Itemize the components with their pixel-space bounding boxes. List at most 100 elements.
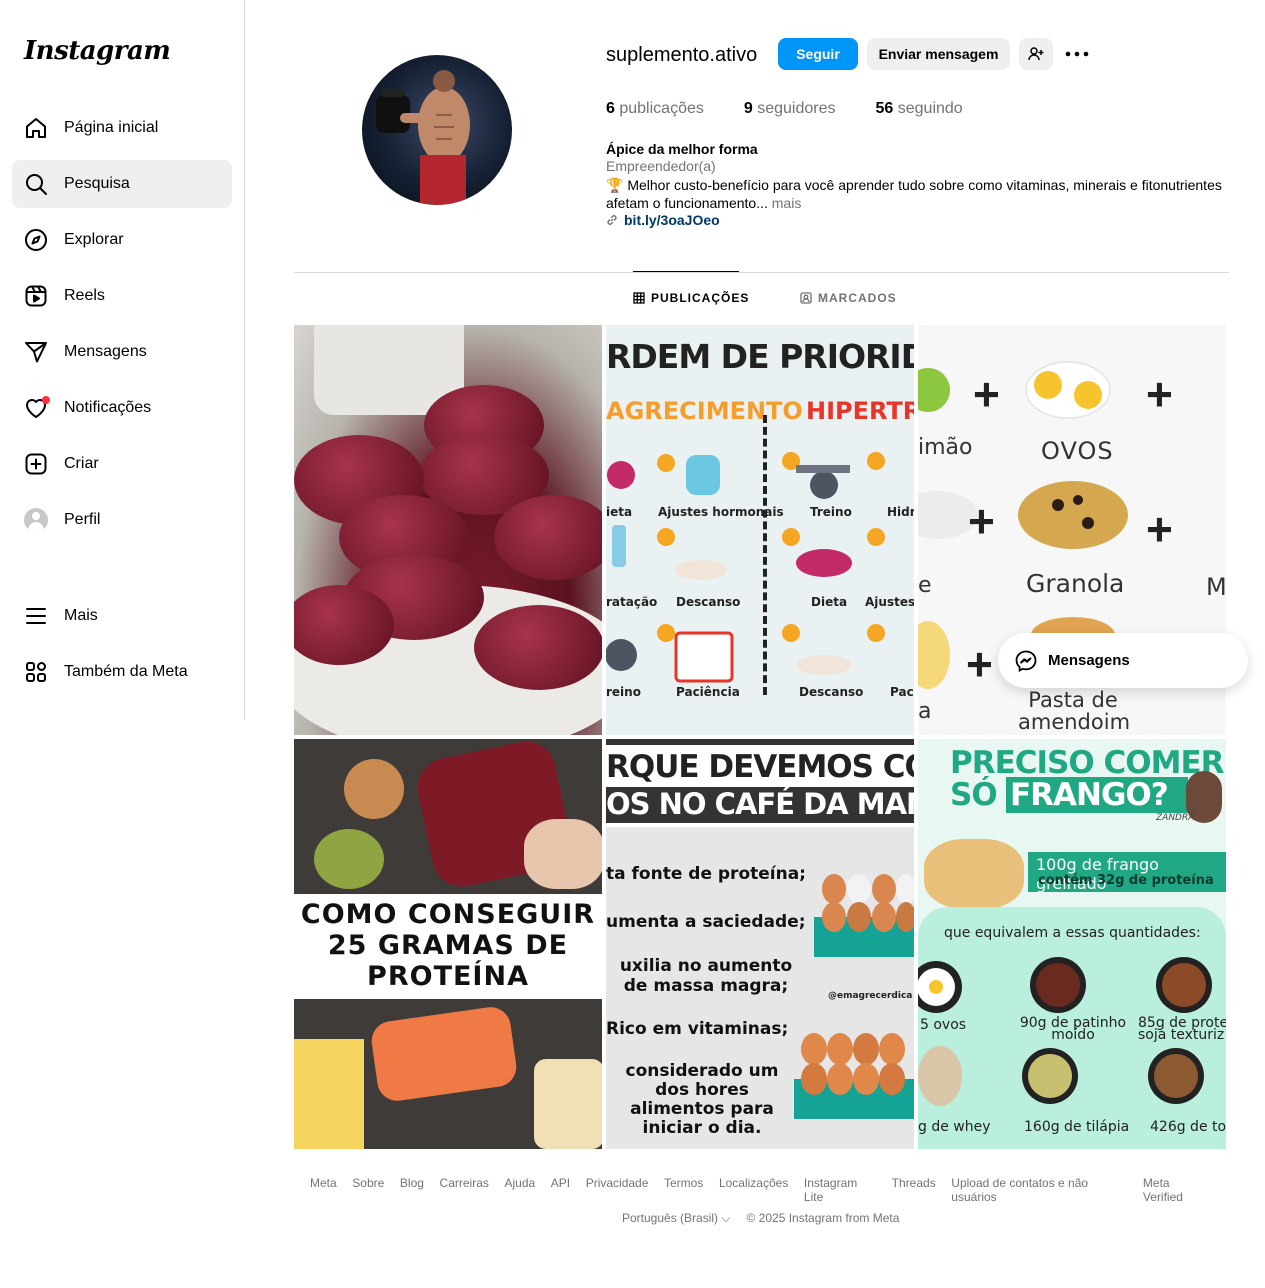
suggested-users-button[interactable] [1019,38,1053,70]
food-label: OVOS [1041,437,1114,465]
sidebar-item-notifications[interactable]: Notificações [12,384,232,432]
post-tile-4[interactable]: COMO CONSEGUIR 25 GRAMAS DE PROTEÍNA [294,739,602,1149]
food-amount: 5 ovos [920,1017,967,1033]
copyright: © 2025 Instagram from Meta [746,1211,900,1225]
tabs-divider [294,272,1229,273]
svg-text:+: + [968,495,995,547]
options-button[interactable] [1064,44,1090,64]
profile-avatar[interactable] [362,55,512,205]
sidebar-item-label: Reels [64,287,105,304]
cheese-shape [294,1039,364,1149]
column-heading: AGRECIMENTO [606,397,803,425]
sidebar-item-label: Mais [64,607,98,624]
sidebar-item-explore[interactable]: Explorar [12,216,232,264]
messenger-icon [1015,650,1037,672]
tab-tagged[interactable]: MARCADOS [800,291,897,305]
food-amount: 90g de patinho moído [1019,1015,1127,1043]
home-icon [26,118,46,138]
footer-link[interactable]: Blog [400,1176,424,1204]
sidebar-item-label: Página inicial [64,119,159,136]
column-heading: HIPERTROFI [806,397,914,425]
food-amount: 426g de tof [1150,1119,1226,1135]
footer-link[interactable]: Termos [664,1176,703,1204]
footer-link[interactable]: API [551,1176,570,1204]
notification-dot [42,396,50,404]
reels-icon [25,285,47,307]
footer-link[interactable]: Localizações [719,1176,788,1204]
tab-posts-label: PUBLICAÇÕES [651,291,750,305]
stat-posts: 6 publicações [606,100,704,117]
athlete-image [376,70,470,205]
footer-link[interactable]: Instagram Lite [804,1176,876,1204]
messages-floating-button[interactable]: Mensagens [998,633,1248,688]
sidebar-item-search[interactable]: Pesquisa [12,160,232,208]
info-banner-line2: contém 32g de proteína [1038,873,1214,888]
send-message-button[interactable]: Enviar mensagem [867,38,1010,70]
footer-link[interactable]: Carreiras [440,1176,489,1204]
footer-link[interactable]: Ajuda [504,1176,535,1204]
stat-followers[interactable]: 9 seguidores [744,100,836,118]
bread-shape [534,1059,602,1149]
post-tile-1[interactable] [294,325,602,735]
link-icon [607,215,617,225]
burger-patty [494,495,602,580]
follow-button[interactable]: Seguir [778,38,858,70]
active-tab-indicator [633,271,739,272]
food-amount: 85g de protei soja texturiz [1138,1015,1226,1043]
chicken-shape [524,819,602,889]
footer-bottom: Português (Brasil) ⌵ © 2025 Instagram fr… [622,1211,899,1226]
messages-floating-label: Mensagens [1048,652,1130,669]
plus-square-icon [25,453,47,475]
footer-link[interactable]: Upload de contatos e não usuários [951,1176,1127,1204]
menu-icon [26,608,46,624]
sidebar-item-meta[interactable]: Também da Meta [12,648,232,696]
post-title-line1: PRECISO COMER [950,745,1225,781]
sidebar-item-more[interactable]: Mais [12,592,232,640]
benefit-line: considerado um dos hores alimentos para … [625,1061,779,1138]
language-selector[interactable]: Português (Brasil) ⌵ [622,1211,731,1226]
sidebar-item-home[interactable]: Página inicial [12,104,232,152]
benefit-line: Rico em vitaminas; [606,1019,789,1039]
item-label: reino [606,685,641,699]
sidebar-item-label: Explorar [64,231,124,248]
sidebar: Instagram Página inicial Pesquisa Explor… [0,0,245,720]
infographic-icons [606,452,885,683]
tab-posts[interactable]: PUBLICAÇÕES [633,291,749,305]
sidebar-item-label: Mensagens [64,343,147,360]
post-tile-6[interactable]: PRECISO COMER SÓ FRANGO? ZANDRA 100g de … [918,739,1226,1149]
compass-icon [25,229,47,251]
sidebar-item-reels[interactable]: Reels [12,272,232,320]
food-label: a [918,699,932,724]
bio-external-link[interactable]: bit.ly/3oaJOeo [606,212,720,228]
stat-following[interactable]: 56 seguindo [876,100,963,118]
sidebar-item-messages[interactable]: Mensagens [12,328,232,376]
more-horizontal-icon [1065,51,1089,57]
food-label: e [918,573,932,598]
bio-more-link[interactable]: mais [772,195,802,211]
profile-username: suplemento.ativo [606,44,758,66]
meta-apps-icon [26,662,46,682]
instagram-logo[interactable]: Instagram [24,36,171,66]
footer-link[interactable]: Sobre [352,1176,384,1204]
language-label: Português (Brasil) [622,1211,719,1225]
grid-icon [633,292,645,304]
almonds-shape [344,759,404,819]
footer-link[interactable]: Threads [892,1176,936,1204]
sidebar-item-create[interactable]: Criar [12,440,232,488]
post-tile-2[interactable]: RDEM DE PRIORIDADES PARA AGRECIMENTO HIP… [606,325,914,735]
search-icon [26,174,47,195]
footer-link[interactable]: Meta Verified [1143,1176,1209,1204]
tagged-icon [800,292,812,304]
send-icon [25,342,47,363]
post-title-word: SÓ [950,777,998,813]
footer-link[interactable]: Privacidade [586,1176,649,1204]
footer-link[interactable]: Meta [310,1176,337,1204]
post-tile-5[interactable]: RQUE DEVEMOS COM OS NO CAFÉ DA MANH ta f… [606,739,914,1149]
add-user-icon [1028,47,1044,61]
bio-text: 🏆 Melhor custo-benefício para você apren… [606,176,1231,212]
sidebar-item-profile[interactable]: Perfil [12,496,232,544]
egg-carton-image [814,874,914,957]
post-title-line1: RQUE DEVEMOS COM [606,749,914,785]
food-label: Granola [1026,569,1125,598]
burger-patty [474,605,602,690]
